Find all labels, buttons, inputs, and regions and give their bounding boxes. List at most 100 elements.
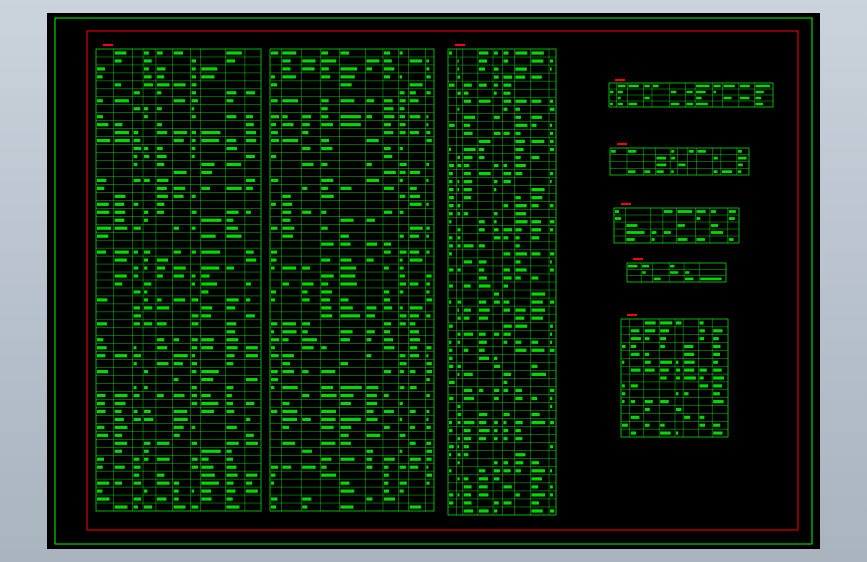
cell-text-glyph [271, 465, 279, 469]
cell-text-glyph [676, 321, 682, 325]
cell-text-glyph [531, 372, 547, 377]
cell-text-glyph [503, 380, 508, 385]
cell-text-glyph [399, 314, 407, 318]
cell-text-glyph [449, 469, 452, 473]
cell-text-glyph [282, 425, 290, 429]
cell-text-glyph [463, 396, 475, 401]
cell-text-glyph [494, 83, 498, 87]
cell-text-glyph [457, 412, 462, 417]
cell-text-glyph [97, 67, 105, 71]
cell-text-glyph [399, 234, 404, 238]
cell-text-glyph [426, 377, 430, 382]
cell-text-glyph [321, 210, 327, 214]
cell-text-glyph [531, 412, 540, 417]
cell-text-glyph [201, 338, 214, 342]
cell-text-glyph [144, 146, 149, 151]
cell-text-glyph [685, 277, 694, 281]
cell-text-glyph [449, 501, 454, 505]
cell-text-glyph [282, 338, 289, 342]
cell-text-glyph [457, 91, 461, 95]
cell-text-glyph [201, 377, 214, 382]
cell-text-glyph [97, 250, 107, 254]
table-list-2 [269, 48, 435, 512]
cell-text-glyph [644, 352, 650, 356]
cell-text-glyph [503, 284, 509, 288]
cell-text-glyph [678, 163, 686, 167]
cell-text-glyph [531, 300, 543, 304]
cell-text-glyph [515, 437, 523, 441]
cell-text-glyph [399, 282, 407, 286]
cell-text-glyph [478, 509, 489, 513]
cell-text-glyph [503, 83, 512, 87]
cell-text-glyph [409, 234, 419, 238]
cell-text-glyph [321, 123, 333, 127]
cell-text-glyph [531, 316, 543, 320]
cell-text-glyph [245, 154, 255, 159]
cell-text-glyph [302, 449, 312, 453]
cell-text-glyph [515, 131, 521, 135]
cell-text-glyph [114, 393, 128, 398]
cell-text-glyph [449, 236, 453, 240]
cell-text-glyph [97, 139, 111, 143]
cell-text-glyph [426, 425, 431, 429]
cad-viewport[interactable] [47, 13, 820, 549]
cell-text-glyph [156, 362, 169, 366]
cell-text-glyph [409, 186, 417, 190]
cell-text-glyph [515, 115, 521, 119]
cell-text-glyph [133, 250, 138, 254]
cell-text-glyph [226, 298, 239, 302]
cell-text-glyph [644, 400, 653, 404]
cad-drawing-canvas[interactable] [47, 13, 820, 549]
cell-text-glyph [321, 67, 329, 71]
cell-text-glyph [426, 473, 433, 477]
cell-text-glyph [700, 277, 722, 281]
cell-text-glyph [550, 485, 553, 489]
cell-text-glyph [366, 330, 375, 334]
cell-text-glyph [302, 465, 316, 469]
cell-text-glyph [721, 170, 733, 173]
cell-text-glyph [676, 392, 679, 396]
cell-text-glyph [97, 393, 106, 398]
cell-text-glyph [201, 218, 222, 222]
cell-text-glyph [677, 210, 693, 213]
cell-text-glyph [409, 99, 419, 103]
cell-text-glyph [463, 171, 471, 176]
cell-text-glyph [173, 250, 181, 254]
cell-text-glyph [133, 131, 139, 135]
cell-text-glyph [366, 115, 373, 119]
cell-text-glyph [226, 51, 242, 55]
cell-text-glyph [399, 385, 405, 390]
cell-text-glyph [531, 420, 546, 425]
cell-text-glyph [684, 368, 695, 372]
cell-text-glyph [245, 123, 254, 127]
cell-text-glyph [409, 505, 422, 509]
cell-text-glyph [321, 282, 329, 286]
cell-text-glyph [409, 338, 420, 342]
cell-text-glyph [503, 429, 509, 433]
cell-text-glyph [226, 162, 242, 167]
cell-text-glyph [478, 268, 485, 272]
cell-text-glyph [409, 322, 416, 326]
cell-text-glyph [494, 300, 500, 304]
cell-text-glyph [622, 400, 625, 404]
cell-text-glyph [133, 139, 141, 143]
cell-text-glyph [426, 290, 430, 294]
cell-text-glyph [114, 226, 128, 230]
cell-text-glyph [245, 346, 258, 350]
cell-text-glyph [671, 150, 675, 153]
cell-text-glyph [550, 147, 555, 152]
cell-text-glyph [366, 218, 375, 222]
cell-text-glyph [271, 377, 279, 382]
cell-text-glyph [660, 423, 665, 427]
cell-text-glyph [503, 388, 509, 393]
cell-text-glyph [302, 346, 314, 350]
cell-text-glyph [133, 314, 141, 318]
cell-text-glyph [494, 179, 498, 184]
cell-text-glyph [271, 202, 276, 206]
cell-text-glyph [156, 51, 163, 55]
cell-text-glyph [399, 258, 403, 262]
cell-text-glyph [226, 322, 237, 326]
cell-text-glyph [399, 417, 403, 421]
cell-text-glyph [644, 329, 656, 333]
cell-text-glyph [302, 417, 311, 421]
